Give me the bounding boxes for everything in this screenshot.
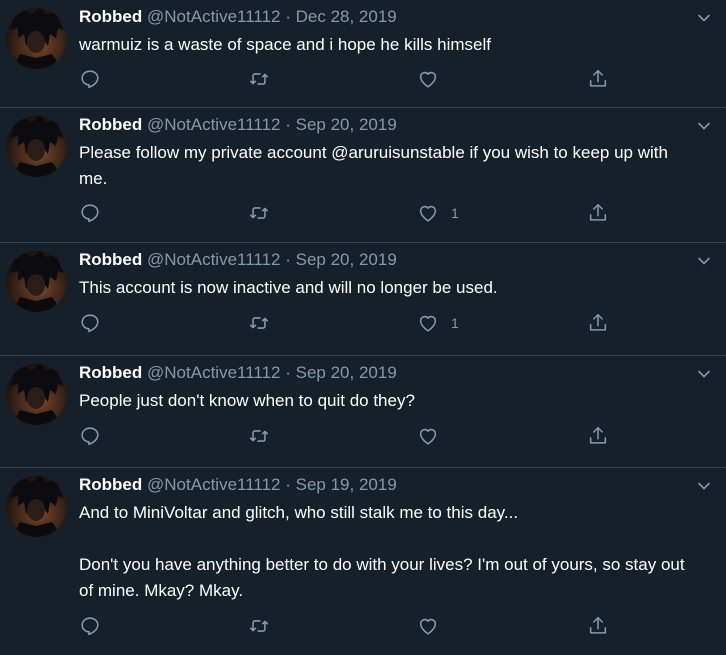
- reply-icon: [81, 617, 99, 636]
- reply-icon: [81, 204, 99, 223]
- retweet-button[interactable]: [248, 311, 270, 335]
- reply-icon: [81, 314, 99, 333]
- retweet-button[interactable]: [248, 424, 270, 448]
- share-icon: [589, 616, 607, 634]
- retweet-button[interactable]: [248, 67, 270, 91]
- retweet-icon: [249, 73, 269, 85]
- heart-icon: [419, 205, 437, 222]
- reply-button[interactable]: [79, 614, 101, 638]
- heart-icon: [419, 315, 437, 332]
- retweet-icon: [249, 207, 269, 219]
- separator: ·: [280, 475, 296, 494]
- share-icon: [589, 69, 607, 87]
- tweet[interactable]: Robbed @NotActive11112 · Sep 20, 2019 Pe…: [0, 356, 726, 468]
- handle[interactable]: @NotActive11112: [147, 7, 281, 26]
- share-button[interactable]: [587, 311, 609, 335]
- share-button[interactable]: [587, 614, 609, 638]
- timestamp[interactable]: Sep 20, 2019: [296, 363, 397, 382]
- avatar[interactable]: [6, 364, 67, 425]
- reply-icon: [81, 427, 99, 446]
- reply-button[interactable]: [79, 67, 101, 91]
- timestamp[interactable]: Sep 19, 2019: [296, 475, 397, 494]
- tweet-text: warmuiz is a waste of space and i hope h…: [79, 35, 491, 54]
- share-icon: [589, 203, 607, 221]
- separator: ·: [280, 115, 296, 134]
- heart-icon: [419, 428, 437, 445]
- heart-icon: [419, 71, 437, 88]
- chevron-down-icon[interactable]: [696, 10, 712, 26]
- display-name[interactable]: Robbed: [79, 475, 142, 494]
- tweet-text: This account is now inactive and will no…: [79, 278, 498, 297]
- timestamp[interactable]: Sep 20, 2019: [296, 250, 397, 269]
- separator: ·: [280, 363, 296, 382]
- display-name[interactable]: Robbed: [79, 7, 142, 26]
- retweet-icon: [249, 430, 269, 442]
- chevron-down-icon[interactable]: [696, 118, 712, 134]
- avatar[interactable]: [6, 476, 67, 537]
- tweet-text: And to MiniVoltar and glitch, who still …: [79, 503, 685, 600]
- reply-button[interactable]: [79, 424, 101, 448]
- share-icon: [589, 426, 607, 444]
- display-name[interactable]: Robbed: [79, 363, 142, 382]
- retweet-button[interactable]: [248, 614, 270, 638]
- like-button[interactable]: 1: [417, 311, 459, 335]
- chevron-down-icon[interactable]: [696, 366, 712, 382]
- share-button[interactable]: [587, 424, 609, 448]
- share-button[interactable]: [587, 201, 609, 225]
- handle[interactable]: @NotActive11112: [147, 475, 281, 494]
- tweet-text: People just don't know when to quit do t…: [79, 391, 415, 410]
- reply-icon: [81, 70, 99, 89]
- avatar[interactable]: [6, 251, 67, 312]
- like-button[interactable]: 1: [417, 201, 459, 225]
- separator: ·: [280, 7, 296, 26]
- avatar[interactable]: [6, 8, 67, 69]
- handle[interactable]: @NotActive11112: [147, 363, 281, 382]
- display-name[interactable]: Robbed: [79, 115, 142, 134]
- retweet-icon: [249, 317, 269, 329]
- heart-icon: [419, 618, 437, 635]
- chevron-down-icon[interactable]: [696, 478, 712, 494]
- like-button[interactable]: [417, 67, 451, 91]
- tweet[interactable]: Robbed @NotActive11112 · Sep 19, 2019 An…: [0, 468, 726, 655]
- separator: ·: [280, 250, 296, 269]
- share-button[interactable]: [587, 67, 609, 91]
- reply-button[interactable]: [79, 311, 101, 335]
- reply-button[interactable]: [79, 201, 101, 225]
- display-name[interactable]: Robbed: [79, 250, 142, 269]
- timestamp[interactable]: Sep 20, 2019: [296, 115, 397, 134]
- share-icon: [589, 313, 607, 331]
- chevron-down-icon[interactable]: [696, 253, 712, 269]
- like-count: 1: [451, 315, 459, 331]
- like-button[interactable]: [417, 424, 451, 448]
- tweet[interactable]: Robbed @NotActive11112 · Sep 20, 2019 Th…: [0, 243, 726, 356]
- tweet-text: Please follow my private account @arurui…: [79, 143, 673, 188]
- like-button[interactable]: [417, 614, 451, 638]
- like-count: 1: [451, 205, 459, 221]
- tweet[interactable]: Robbed @NotActive11112 · Sep 20, 2019 Pl…: [0, 108, 726, 243]
- handle[interactable]: @NotActive11112: [147, 250, 281, 269]
- tweet-feed: Robbed @NotActive11112 · Dec 28, 2019 wa…: [0, 0, 726, 655]
- timestamp[interactable]: Dec 28, 2019: [296, 7, 397, 26]
- retweet-button[interactable]: [248, 201, 270, 225]
- tweet[interactable]: Robbed @NotActive11112 · Dec 28, 2019 wa…: [0, 0, 726, 108]
- retweet-icon: [249, 620, 269, 632]
- avatar[interactable]: [6, 116, 67, 177]
- handle[interactable]: @NotActive11112: [147, 115, 281, 134]
